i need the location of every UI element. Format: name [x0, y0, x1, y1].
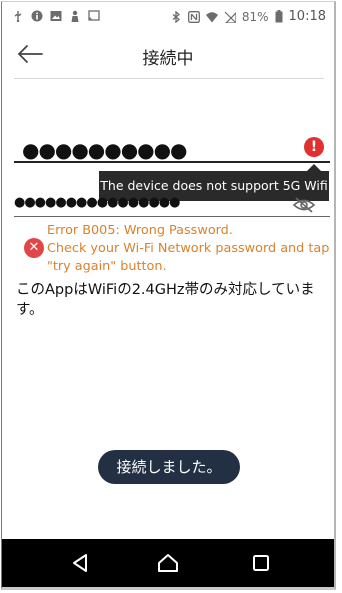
status-left-icons	[12, 10, 100, 22]
eye-off-icon[interactable]	[292, 196, 316, 214]
no-sim-icon	[224, 11, 236, 23]
recent-apps-icon[interactable]	[249, 551, 273, 575]
error-line-2: Check your Wi-Fi Network password and ta…	[47, 241, 330, 256]
image-icon	[50, 11, 62, 21]
nfc-icon	[187, 10, 200, 23]
wifi-icon	[205, 11, 218, 22]
title-divider	[14, 78, 324, 79]
connected-toast: 接続しました。	[98, 450, 240, 484]
person-icon	[71, 10, 79, 22]
battery-percent: 81%	[241, 9, 269, 24]
alert-icon[interactable]: !	[304, 137, 324, 157]
error-line-3: "try again" button.	[47, 259, 167, 274]
status-time: 10:18	[288, 9, 326, 24]
home-icon[interactable]	[156, 551, 180, 575]
battery-icon	[275, 10, 283, 23]
bluetooth-icon	[172, 10, 180, 23]
info-icon	[31, 10, 43, 22]
page-title: 接続中	[142, 49, 194, 69]
tooltip-pointer	[307, 164, 321, 171]
status-bar: 81% 10:18	[2, 2, 334, 32]
status-right-icons: 81% 10:18	[170, 9, 326, 24]
password-underline	[14, 216, 330, 217]
back-triangle-icon[interactable]	[69, 551, 93, 575]
usb-icon	[14, 11, 22, 22]
ssid-input[interactable]: ●●●●●●●●●●	[22, 138, 188, 162]
navigation-bar	[2, 539, 334, 587]
password-input[interactable]: ●●●●●●●●●●●●●●●●	[14, 195, 180, 210]
ssid-underline	[14, 161, 330, 163]
error-line-1: Error B005: Wrong Password.	[47, 223, 233, 238]
phone-screen: 81% 10:18 接続中 ●●●●●●●●●● ! The device do…	[1, 1, 336, 590]
title-bar: 接続中	[2, 32, 334, 78]
error-message: Error B005: Wrong Password. Check your W…	[47, 222, 332, 276]
band-support-note: このAppはWiFiの2.4GHz帯のみ対応していま す。	[16, 282, 315, 318]
error-x-icon: ✕	[24, 238, 44, 258]
cast-icon	[88, 10, 100, 21]
